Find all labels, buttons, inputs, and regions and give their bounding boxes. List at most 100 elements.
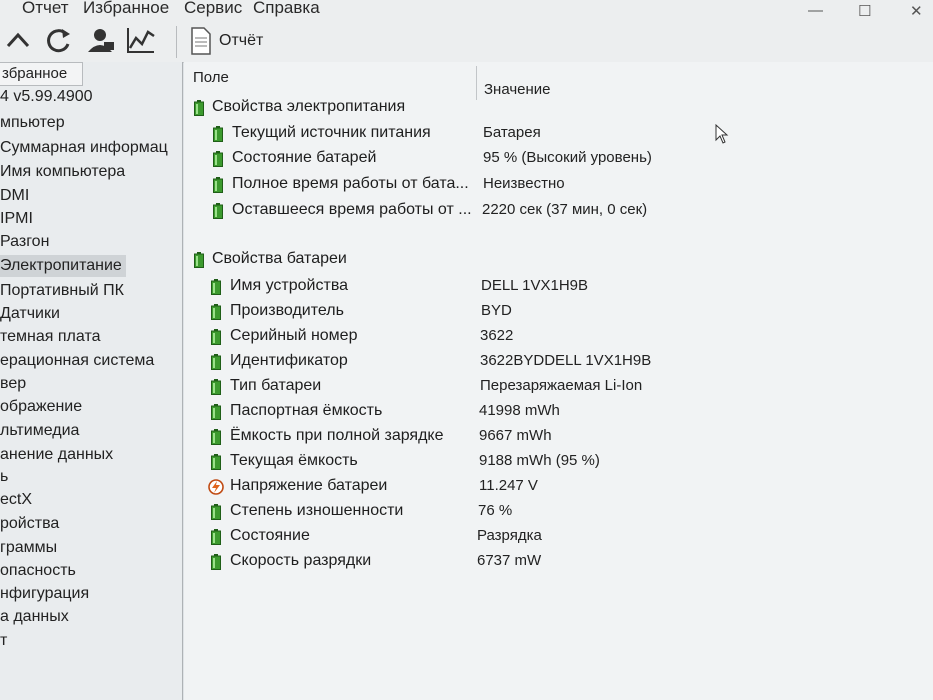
report-icon[interactable] (184, 24, 218, 58)
property-field: Производитель (230, 302, 344, 319)
tree-item[interactable]: Датчики (0, 303, 60, 325)
property-value: 3622 (480, 327, 514, 344)
close-icon[interactable]: ✕ (910, 2, 923, 20)
property-row[interactable]: Текущий источник питания Батарея (184, 122, 933, 146)
battery-icon (211, 429, 221, 445)
battery-icon (211, 279, 221, 295)
property-row[interactable]: Скорость разрядки 6737 mW (184, 550, 933, 574)
property-row[interactable]: Ёмкость при полной зарядке 9667 mWh (184, 425, 933, 449)
property-value: 2220 сек (37 мин, 0 сек) (482, 201, 648, 218)
property-field: Оставшееся время работы от ... (232, 201, 472, 218)
menu-report[interactable]: Отчет (22, 0, 69, 18)
battery-icon (211, 529, 221, 545)
column-header-field[interactable]: Поле (193, 69, 229, 86)
property-value: Батарея (483, 124, 541, 141)
property-row[interactable]: Степень изношенности 76 % (184, 500, 933, 524)
property-value: Разрядка (477, 527, 542, 544)
property-value: DELL 1VX1H9B (481, 277, 589, 294)
tree-item[interactable]: а данных (0, 606, 69, 628)
tree-item[interactable]: Суммарная информац (0, 137, 168, 159)
minimize-icon[interactable]: — (808, 2, 823, 19)
property-row[interactable]: Производитель BYD (184, 300, 933, 324)
tree-item[interactable]: DMI (0, 185, 29, 207)
battery-icon (213, 126, 223, 142)
property-field: Скорость разрядки (230, 552, 372, 569)
mouse-cursor-icon (715, 124, 729, 144)
chart-icon[interactable] (124, 24, 158, 58)
tab-favorites[interactable]: збранное (0, 62, 83, 86)
property-row[interactable]: Тип батареи Перезаряжаемая Li-Ion (184, 375, 933, 399)
group-header[interactable]: Свойства батареи (184, 248, 933, 272)
property-value: 9667 mWh (479, 427, 552, 444)
group-title: Свойства электропитания (212, 98, 406, 115)
property-value: 41998 mWh (479, 402, 560, 419)
property-row[interactable]: Оставшееся время работы от ... 2220 сек (… (184, 199, 933, 223)
property-field: Идентификатор (230, 352, 348, 369)
tree-item[interactable]: Имя компьютера (0, 161, 125, 183)
toolbar: Отчёт (0, 22, 933, 63)
maximize-icon[interactable]: ☐ (858, 2, 871, 20)
property-row[interactable]: Имя устройства DELL 1VX1H9B (184, 275, 933, 299)
group-header[interactable]: Свойства электропитания (184, 96, 933, 120)
property-row[interactable]: Состояние Разрядка (184, 525, 933, 549)
property-row[interactable]: Состояние батарей 95 % (Высокий уровень) (184, 147, 933, 171)
up-arrow-icon[interactable] (2, 24, 36, 58)
property-row[interactable]: Паспортная ёмкость 41998 mWh (184, 400, 933, 424)
tree-item[interactable]: опасность (0, 560, 76, 582)
property-value: BYD (481, 302, 512, 319)
details-pane: Поле Значение Свойства электропитания Тек… (184, 62, 933, 700)
menu-favorites[interactable]: Избранное (83, 0, 169, 18)
tree-item[interactable]: вер (0, 373, 26, 395)
tree-item[interactable]: льтимедиа (0, 420, 79, 442)
tree-item[interactable]: ь (0, 466, 8, 488)
property-field: Текущий источник питания (232, 124, 431, 141)
battery-icon (194, 252, 204, 268)
user-icon[interactable] (84, 24, 118, 58)
menu-help[interactable]: Справка (253, 0, 320, 18)
tree-item[interactable]: ectX (0, 489, 32, 511)
refresh-icon[interactable] (42, 24, 76, 58)
property-field: Серийный номер (230, 327, 358, 344)
tree-item[interactable]: т (0, 630, 7, 652)
report-button-label[interactable]: Отчёт (219, 32, 263, 50)
tree-item[interactable]: темная плата (0, 326, 100, 348)
toolbar-separator (176, 26, 177, 58)
property-field: Состояние батарей (232, 149, 377, 166)
property-value: 76 % (478, 502, 513, 519)
tree-item[interactable]: Разгон (0, 231, 49, 253)
battery-icon (211, 379, 221, 395)
property-row[interactable]: Текущая ёмкость 9188 mWh (95 %) (184, 450, 933, 474)
property-value: Неизвестно (483, 175, 565, 192)
property-row[interactable]: Идентификатор 3622BYDDELL 1VX1H9B (184, 350, 933, 374)
voltage-icon (208, 479, 224, 495)
battery-icon (213, 151, 223, 167)
battery-icon (211, 329, 221, 345)
property-row[interactable]: Напряжение батареи 11.247 V (184, 475, 933, 499)
tree-item[interactable]: Электропитание (0, 255, 126, 277)
menu-service[interactable]: Сервис (184, 0, 242, 18)
property-row[interactable]: Полное время работы от бата... Неизвестно (184, 173, 933, 197)
property-field: Напряжение батареи (230, 477, 388, 494)
tree-item[interactable]: мпьютер (0, 112, 65, 134)
battery-icon (211, 504, 221, 520)
tree-item[interactable]: ройства (0, 513, 59, 535)
battery-icon (213, 177, 223, 193)
tree-item[interactable]: анение данных (0, 444, 113, 466)
group-title: Свойства батареи (212, 250, 347, 267)
tree-item[interactable]: ображение (0, 396, 82, 418)
battery-icon (213, 203, 223, 219)
battery-icon (211, 354, 221, 370)
tree-item[interactable]: 4 v5.99.4900 (0, 86, 93, 108)
property-row[interactable]: Серийный номер 3622 (184, 325, 933, 349)
tree-item[interactable]: граммы (0, 537, 57, 559)
property-field: Имя устройства (230, 277, 349, 294)
tree-item[interactable]: нфигурация (0, 583, 89, 605)
battery-icon (194, 100, 204, 116)
tree-item[interactable]: Портативный ПК (0, 280, 124, 302)
tree-item[interactable]: IPMI (0, 208, 33, 230)
column-separator[interactable] (476, 66, 477, 100)
property-field: Паспортная ёмкость (230, 402, 383, 419)
property-value: 6737 mW (477, 552, 542, 569)
tree-item[interactable]: ерационная система (0, 350, 154, 372)
battery-icon (211, 304, 221, 320)
